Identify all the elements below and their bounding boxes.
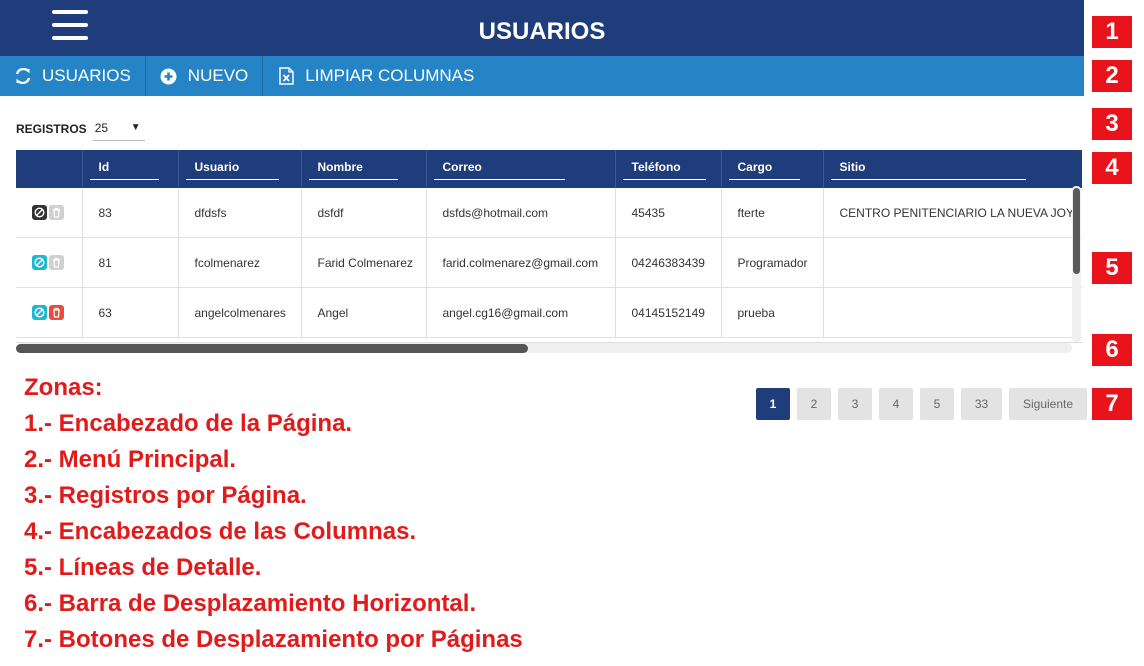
row-actions (16, 237, 83, 288)
column-header-telefono[interactable]: Teléfono (615, 150, 722, 188)
cell-cargo: fterte (721, 188, 824, 238)
main-menu: USUARIOS NUEVO LIMPIAR COLUMNAS (0, 56, 1084, 96)
cell-nombre: dsfdf (301, 188, 427, 238)
excel-file-icon (277, 67, 295, 85)
column-header-nombre[interactable]: Nombre (301, 150, 427, 188)
records-per-page: REGISTROS 25 ▼ (16, 116, 145, 141)
zone-badge-3: 3 (1092, 108, 1132, 140)
cell-sitio: CENTRO PENITENCIARIO LA NUEVA JOYA (823, 188, 1082, 238)
page-header: USUARIOS (0, 0, 1084, 56)
cell-telefono: 04246383439 (615, 237, 722, 288)
table-row[interactable]: 83 dfdsfs dsfdf dsfds@hotmail.com 45435 … (16, 188, 1082, 238)
cell-nombre: Farid Colmenarez (301, 237, 427, 288)
dropdown-arrow-icon: ▼ (130, 122, 141, 133)
legend-item: 4.- Encabezados de las Columnas. (24, 518, 417, 545)
page-button-4[interactable]: 4 (879, 388, 913, 420)
cell-sitio (823, 237, 1082, 288)
legend-item: 3.- Registros por Página. (24, 482, 307, 509)
menu-item-limpiar-columnas[interactable]: LIMPIAR COLUMNAS (263, 56, 488, 96)
zones-legend: Zonas: 1.- Encabezado de la Página. 2.- … (24, 370, 523, 658)
zone-badge-6: 6 (1092, 334, 1132, 366)
row-actions (16, 188, 83, 238)
zone-badge-2: 2 (1092, 60, 1132, 92)
zone-badge-7: 7 (1092, 388, 1132, 420)
horizontal-scrollbar-thumb[interactable] (16, 344, 528, 353)
column-header-usuario[interactable]: Usuario (178, 150, 302, 188)
next-page-button[interactable]: Siguiente (1009, 388, 1088, 420)
trash-icon[interactable] (49, 205, 64, 221)
column-header-cargo[interactable]: Cargo (721, 150, 824, 188)
trash-icon[interactable] (49, 255, 64, 271)
menu-item-usuarios[interactable]: USUARIOS (0, 56, 146, 96)
zone-badge-1: 1 (1092, 16, 1132, 48)
legend-item: 2.- Menú Principal. (24, 446, 237, 473)
zone-badge-4: 4 (1092, 152, 1132, 184)
pagination: 1 2 3 4 5 33 Siguiente (756, 388, 1088, 420)
column-header-id[interactable]: Id (82, 150, 179, 188)
cell-correo: angel.cg16@gmail.com (426, 287, 616, 338)
cell-nombre: Angel (301, 287, 427, 338)
menu-item-label: USUARIOS (42, 66, 131, 85)
vertical-scrollbar-thumb[interactable] (1073, 188, 1080, 274)
table-row[interactable]: 63 angelcolmenares Angel angel.cg16@gmai… (16, 287, 1082, 338)
block-icon[interactable] (32, 255, 47, 271)
page-title: USUARIOS (478, 18, 606, 45)
trash-icon[interactable] (49, 305, 64, 321)
menu-item-label: NUEVO (187, 66, 249, 85)
plus-circle-icon (160, 67, 178, 85)
cell-id: 83 (82, 188, 179, 238)
zone-badge-5: 5 (1092, 252, 1132, 284)
legend-item: 6.- Barra de Desplazamiento Horizontal. (24, 590, 477, 617)
legend-item: 7.- Botones de Desplazamiento por Página… (24, 626, 523, 653)
legend-item: 1.- Encabezado de la Página. (24, 410, 353, 437)
cell-sitio (823, 287, 1082, 338)
page-button-5[interactable]: 5 (920, 388, 954, 420)
column-header-correo[interactable]: Correo (426, 150, 616, 188)
column-header-actions (16, 150, 83, 188)
users-table: Id Usuario Nombre Correo Teléfono Cargo … (16, 150, 1082, 343)
cell-cargo: Programador (721, 237, 824, 288)
records-label: REGISTROS (16, 121, 87, 136)
vertical-scrollbar[interactable] (1072, 186, 1081, 342)
cell-usuario: fcolmenarez (178, 237, 302, 288)
page-button-3[interactable]: 3 (838, 388, 872, 420)
cell-id: 63 (82, 287, 179, 338)
table-header-row: Id Usuario Nombre Correo Teléfono Cargo … (16, 150, 1082, 188)
records-value: 25 (94, 121, 109, 135)
page-button-33[interactable]: 33 (961, 388, 1002, 420)
cell-cargo: prueba (721, 287, 824, 338)
legend-title: Zonas: (24, 374, 103, 401)
records-select[interactable]: 25 ▼ (92, 116, 145, 141)
cell-correo: farid.colmenarez@gmail.com (426, 237, 616, 288)
legend-item: 5.- Líneas de Detalle. (24, 554, 262, 581)
cell-id: 81 (82, 237, 179, 288)
column-header-sitio[interactable]: Sitio (823, 150, 1082, 188)
page-button-2[interactable]: 2 (797, 388, 831, 420)
cell-usuario: dfdsfs (178, 188, 302, 238)
cell-correo: dsfds@hotmail.com (426, 188, 616, 238)
page-button-1[interactable]: 1 (756, 388, 790, 420)
row-actions (16, 287, 83, 338)
horizontal-scrollbar[interactable] (16, 343, 1072, 353)
cell-usuario: angelcolmenares (178, 287, 302, 338)
table-row[interactable]: 81 fcolmenarez Farid Colmenarez farid.co… (16, 237, 1082, 288)
menu-item-label: LIMPIAR COLUMNAS (305, 66, 475, 85)
refresh-icon (14, 67, 32, 85)
menu-item-nuevo[interactable]: NUEVO (146, 56, 264, 96)
block-icon[interactable] (32, 205, 47, 221)
cell-telefono: 45435 (615, 188, 722, 238)
block-icon[interactable] (32, 305, 47, 321)
cell-telefono: 04145152149 (615, 287, 722, 338)
